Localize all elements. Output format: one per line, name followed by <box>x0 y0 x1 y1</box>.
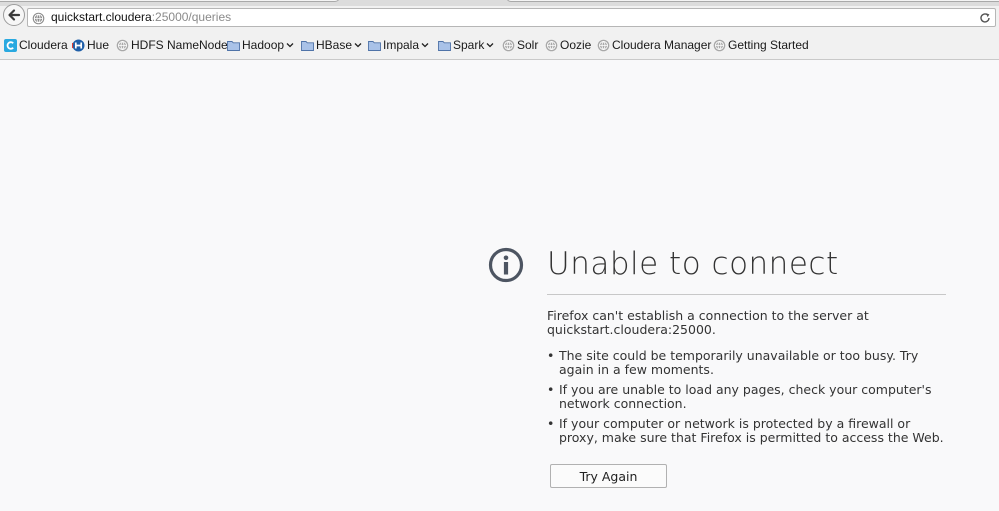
chevron-down-icon <box>486 43 494 48</box>
chevron-down-icon <box>421 43 429 48</box>
browser-toolbar: quickstart.cloudera:25000/queries Cloude… <box>0 0 999 60</box>
page-info-button[interactable] <box>31 11 45 25</box>
globe-icon <box>116 39 129 51</box>
globe-icon <box>713 39 726 51</box>
info-circle-icon <box>488 247 524 283</box>
bookmark-solr[interactable]: Solr <box>502 36 538 54</box>
bookmark-label: Hadoop <box>242 38 285 52</box>
url-host: quickstart.cloudera <box>51 10 152 24</box>
error-suggestions: The site could be temporarily unavailabl… <box>547 349 947 451</box>
folder-icon <box>368 40 381 51</box>
url-path: :25000/queries <box>151 10 232 24</box>
bookmarks-toolbar: Cloudera Hue HDFS NameNode Hadoop HBase … <box>0 36 999 54</box>
folder-icon <box>438 40 451 51</box>
bookmark-cloudera-manager[interactable]: Cloudera Manager <box>597 36 711 54</box>
bookmark-impala[interactable]: Impala <box>368 36 429 54</box>
list-item: The site could be temporarily unavailabl… <box>547 349 947 377</box>
chevron-down-icon <box>286 43 294 48</box>
bookmark-label: Solr <box>517 38 539 52</box>
globe-icon <box>597 39 610 51</box>
bookmark-label: HBase <box>316 38 353 52</box>
bookmark-spark[interactable]: Spark <box>438 36 494 54</box>
hue-icon <box>72 39 85 51</box>
bookmark-label: Oozie <box>560 38 592 52</box>
bookmark-label: HDFS NameNode <box>131 38 228 52</box>
bookmark-label: Hue <box>87 38 110 52</box>
chevron-down-icon <box>354 43 362 48</box>
list-item: If your computer or network is protected… <box>547 417 947 445</box>
divider <box>547 294 946 295</box>
folder-icon <box>227 40 240 51</box>
cloudera-icon <box>4 38 17 52</box>
reload-button[interactable] <box>977 10 993 26</box>
bookmark-label: Impala <box>383 38 420 52</box>
back-button[interactable] <box>3 4 25 26</box>
url-text[interactable]: quickstart.cloudera:25000/queries <box>51 10 231 24</box>
bookmark-label: Cloudera <box>19 38 68 52</box>
list-item: If you are unable to load any pages, che… <box>547 383 947 411</box>
bookmark-hdfs-namenode[interactable]: HDFS NameNode <box>116 36 228 54</box>
tab-right[interactable] <box>506 0 999 2</box>
bookmark-hbase[interactable]: HBase <box>301 36 362 54</box>
bookmark-label: Getting Started <box>728 38 809 52</box>
back-arrow-icon <box>8 9 21 21</box>
bookmark-getting-started[interactable]: Getting Started <box>713 36 809 54</box>
reload-icon <box>980 13 990 23</box>
bookmark-label: Cloudera Manager <box>612 38 712 52</box>
bookmark-oozie[interactable]: Oozie <box>545 36 591 54</box>
bookmark-label: Spark <box>453 38 485 52</box>
bookmark-hadoop[interactable]: Hadoop <box>227 36 294 54</box>
tab-strip <box>0 0 999 6</box>
error-description: Firefox can't establish a connection to … <box>547 308 869 337</box>
globe-icon <box>545 39 558 51</box>
bookmark-cloudera[interactable]: Cloudera <box>4 36 68 54</box>
tab-left[interactable] <box>0 0 340 2</box>
globe-icon <box>502 39 515 51</box>
try-again-button[interactable]: Try Again <box>550 464 667 488</box>
page-info-icon <box>32 12 44 24</box>
error-title: Unable to connect <box>547 246 839 282</box>
bookmark-hue[interactable]: Hue <box>72 36 109 54</box>
folder-icon <box>301 40 314 51</box>
